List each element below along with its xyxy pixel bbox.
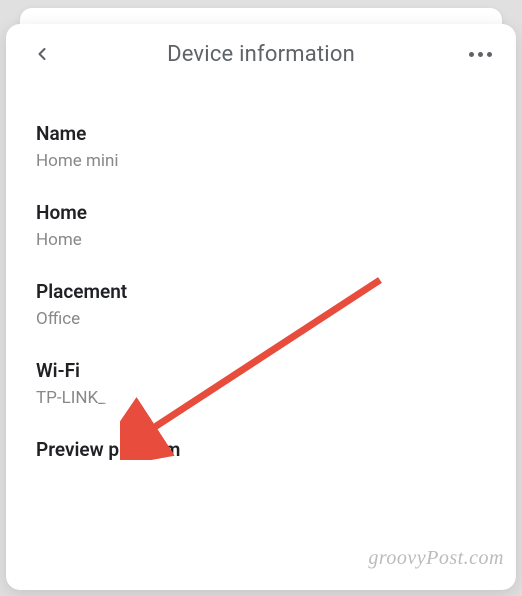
dot-icon — [469, 52, 474, 57]
device-info-panel: Device information Name Home mini Home H… — [6, 24, 516, 590]
page-title: Device information — [167, 42, 355, 67]
home-value: Home — [36, 230, 486, 250]
name-value: Home mini — [36, 151, 486, 171]
wifi-label: Wi-Fi — [36, 359, 486, 382]
more-options-button[interactable] — [469, 52, 492, 57]
placement-label: Placement — [36, 280, 486, 303]
back-button[interactable] — [30, 42, 54, 66]
section-placement[interactable]: Placement Office — [36, 280, 486, 329]
section-wifi[interactable]: Wi-Fi TP-LINK_ — [36, 359, 486, 408]
dot-icon — [487, 52, 492, 57]
header: Device information — [6, 24, 516, 84]
chevron-left-icon — [32, 44, 52, 64]
placement-value: Office — [36, 309, 486, 329]
section-home[interactable]: Home Home — [36, 201, 486, 250]
home-label: Home — [36, 201, 486, 224]
wifi-redacted — [106, 391, 166, 407]
preview-label: Preview program — [36, 438, 486, 461]
content-area: Name Home mini Home Home Placement Offic… — [6, 84, 516, 475]
wifi-value: TP-LINK_ — [36, 388, 486, 408]
dot-icon — [478, 52, 483, 57]
name-label: Name — [36, 122, 486, 145]
section-name[interactable]: Name Home mini — [36, 122, 486, 171]
section-preview-program[interactable]: Preview program — [36, 438, 486, 461]
wifi-prefix: TP-LINK_ — [36, 388, 106, 408]
